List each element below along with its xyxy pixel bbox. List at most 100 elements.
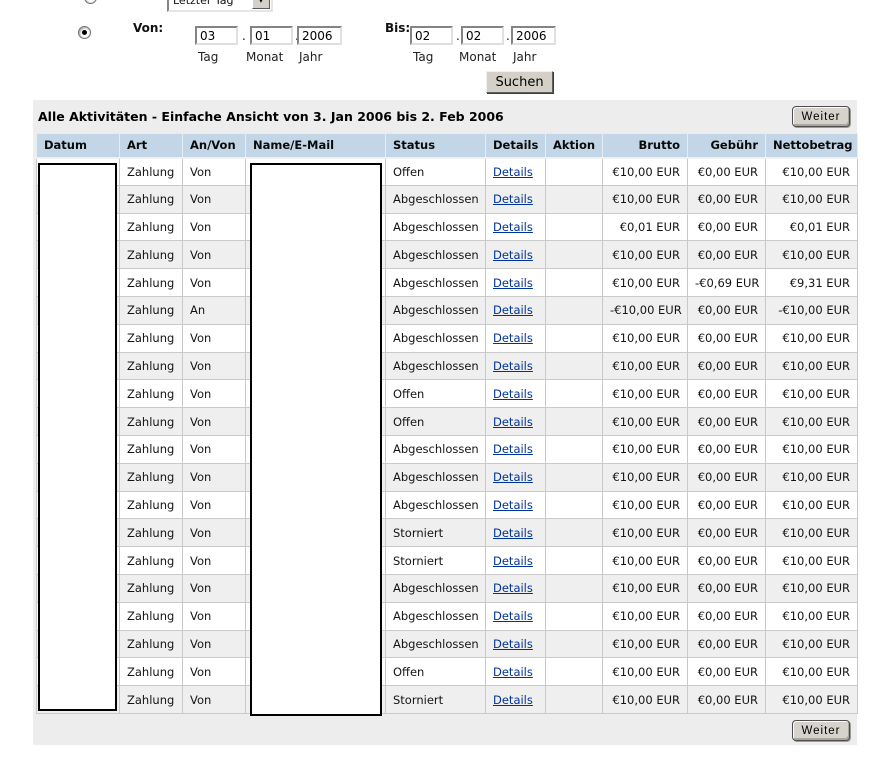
details-link[interactable]: Details [493, 665, 533, 679]
details-link[interactable]: Details [493, 693, 533, 707]
gebuehr-cell: €0,00 EUR [688, 463, 766, 491]
netto-cell: €10,00 EUR [766, 241, 858, 269]
details-link[interactable]: Details [493, 359, 533, 373]
details-link[interactable]: Details [493, 165, 533, 179]
netto-cell: €10,00 EUR [766, 491, 858, 519]
bis-jahr-label: Jahr [513, 50, 536, 64]
activity-table: DatumArtAn/VonName/E-MailStatusDetailsAk… [36, 133, 858, 714]
column-header: Status [386, 134, 486, 158]
an-von-cell: Von [183, 185, 246, 213]
datum-redaction-box [38, 163, 117, 711]
art-cell: Zahlung [120, 296, 183, 324]
aktion-cell [546, 630, 603, 658]
status-cell: Storniert [386, 519, 486, 547]
netto-cell: €10,00 EUR [766, 574, 858, 602]
bis-tag-input[interactable] [410, 26, 453, 45]
von-jahr-input[interactable] [297, 26, 342, 45]
brutto-cell: €10,00 EUR [603, 574, 688, 602]
aktion-cell [546, 463, 603, 491]
brutto-cell: €10,00 EUR [603, 519, 688, 547]
date-range-radio[interactable] [78, 26, 91, 39]
period-dropdown-value: Letzter Tag [173, 0, 234, 7]
activity-table-wrap: DatumArtAn/VonName/E-MailStatusDetailsAk… [36, 133, 857, 714]
bis-jahr-input[interactable] [511, 26, 556, 45]
status-cell: Abgeschlossen [386, 185, 486, 213]
details-cell: Details [486, 324, 546, 352]
details-link[interactable]: Details [493, 498, 533, 512]
details-link[interactable]: Details [493, 331, 533, 345]
von-monat-input[interactable] [250, 26, 293, 45]
details-cell: Details [486, 185, 546, 213]
column-header: Name/E-Mail [246, 134, 386, 158]
brutto-cell: €10,00 EUR [603, 658, 688, 686]
details-link[interactable]: Details [493, 526, 533, 540]
details-cell: Details [486, 574, 546, 602]
details-link[interactable]: Details [493, 387, 533, 401]
details-link[interactable]: Details [493, 220, 533, 234]
status-cell: Offen [386, 408, 486, 436]
details-link[interactable]: Details [493, 637, 533, 651]
brutto-cell: €10,00 EUR [603, 408, 688, 436]
date-separator: . [506, 29, 510, 43]
art-cell: Zahlung [120, 352, 183, 380]
details-link[interactable]: Details [493, 192, 533, 206]
status-cell: Abgeschlossen [386, 213, 486, 241]
table-row: ZahlungVonOffenDetails€10,00 EUR€0,00 EU… [37, 408, 858, 436]
details-link[interactable]: Details [493, 303, 533, 317]
an-von-cell: Von [183, 324, 246, 352]
bis-monat-input[interactable] [461, 26, 504, 45]
status-cell: Abgeschlossen [386, 574, 486, 602]
details-link[interactable]: Details [493, 554, 533, 568]
table-row: ZahlungVonAbgeschlossenDetails€10,00 EUR… [37, 269, 858, 297]
details-link[interactable]: Details [493, 609, 533, 623]
details-link[interactable]: Details [493, 276, 533, 290]
an-von-cell: Von [183, 491, 246, 519]
aktion-cell [546, 574, 603, 602]
details-cell: Details [486, 630, 546, 658]
period-dropdown[interactable]: Letzter Tag ▼ [167, 0, 273, 12]
gebuehr-cell: €0,00 EUR [688, 158, 766, 186]
details-cell: Details [486, 380, 546, 408]
art-cell: Zahlung [120, 269, 183, 297]
table-row: ZahlungVonAbgeschlossenDetails€10,00 EUR… [37, 602, 858, 630]
details-cell: Details [486, 602, 546, 630]
details-link[interactable]: Details [493, 442, 533, 456]
suchen-button[interactable]: Suchen [486, 71, 553, 93]
details-link[interactable]: Details [493, 248, 533, 262]
netto-cell: €9,31 EUR [766, 269, 858, 297]
von-monat-label: Monat [246, 50, 283, 64]
von-tag-input[interactable] [195, 26, 238, 45]
art-cell: Zahlung [120, 158, 183, 186]
column-header: Brutto [603, 134, 688, 158]
period-dropdown-radio[interactable] [84, 0, 97, 4]
dropdown-arrow-icon[interactable]: ▼ [252, 0, 270, 9]
details-link[interactable]: Details [493, 470, 533, 484]
status-cell: Abgeschlossen [386, 630, 486, 658]
art-cell: Zahlung [120, 519, 183, 547]
date-separator: . [456, 29, 460, 43]
details-link[interactable]: Details [493, 415, 533, 429]
weiter-button-top[interactable]: Weiter [792, 106, 850, 127]
art-cell: Zahlung [120, 185, 183, 213]
gebuehr-cell: €0,00 EUR [688, 213, 766, 241]
status-cell: Abgeschlossen [386, 296, 486, 324]
gebuehr-cell: €0,00 EUR [688, 630, 766, 658]
art-cell: Zahlung [120, 658, 183, 686]
details-link[interactable]: Details [493, 581, 533, 595]
brutto-cell: €0,01 EUR [603, 213, 688, 241]
status-cell: Abgeschlossen [386, 491, 486, 519]
an-von-cell: An [183, 296, 246, 324]
details-cell: Details [486, 435, 546, 463]
bis-label: Bis: [385, 21, 410, 35]
status-cell: Abgeschlossen [386, 352, 486, 380]
aktion-cell [546, 158, 603, 186]
table-row: ZahlungVonAbgeschlossenDetails€10,00 EUR… [37, 435, 858, 463]
weiter-button-bottom[interactable]: Weiter [792, 720, 850, 741]
von-label: Von: [133, 21, 163, 35]
brutto-cell: €10,00 EUR [603, 630, 688, 658]
brutto-cell: €10,00 EUR [603, 269, 688, 297]
art-cell: Zahlung [120, 630, 183, 658]
brutto-cell: €10,00 EUR [603, 324, 688, 352]
aktion-cell [546, 491, 603, 519]
details-cell: Details [486, 547, 546, 575]
